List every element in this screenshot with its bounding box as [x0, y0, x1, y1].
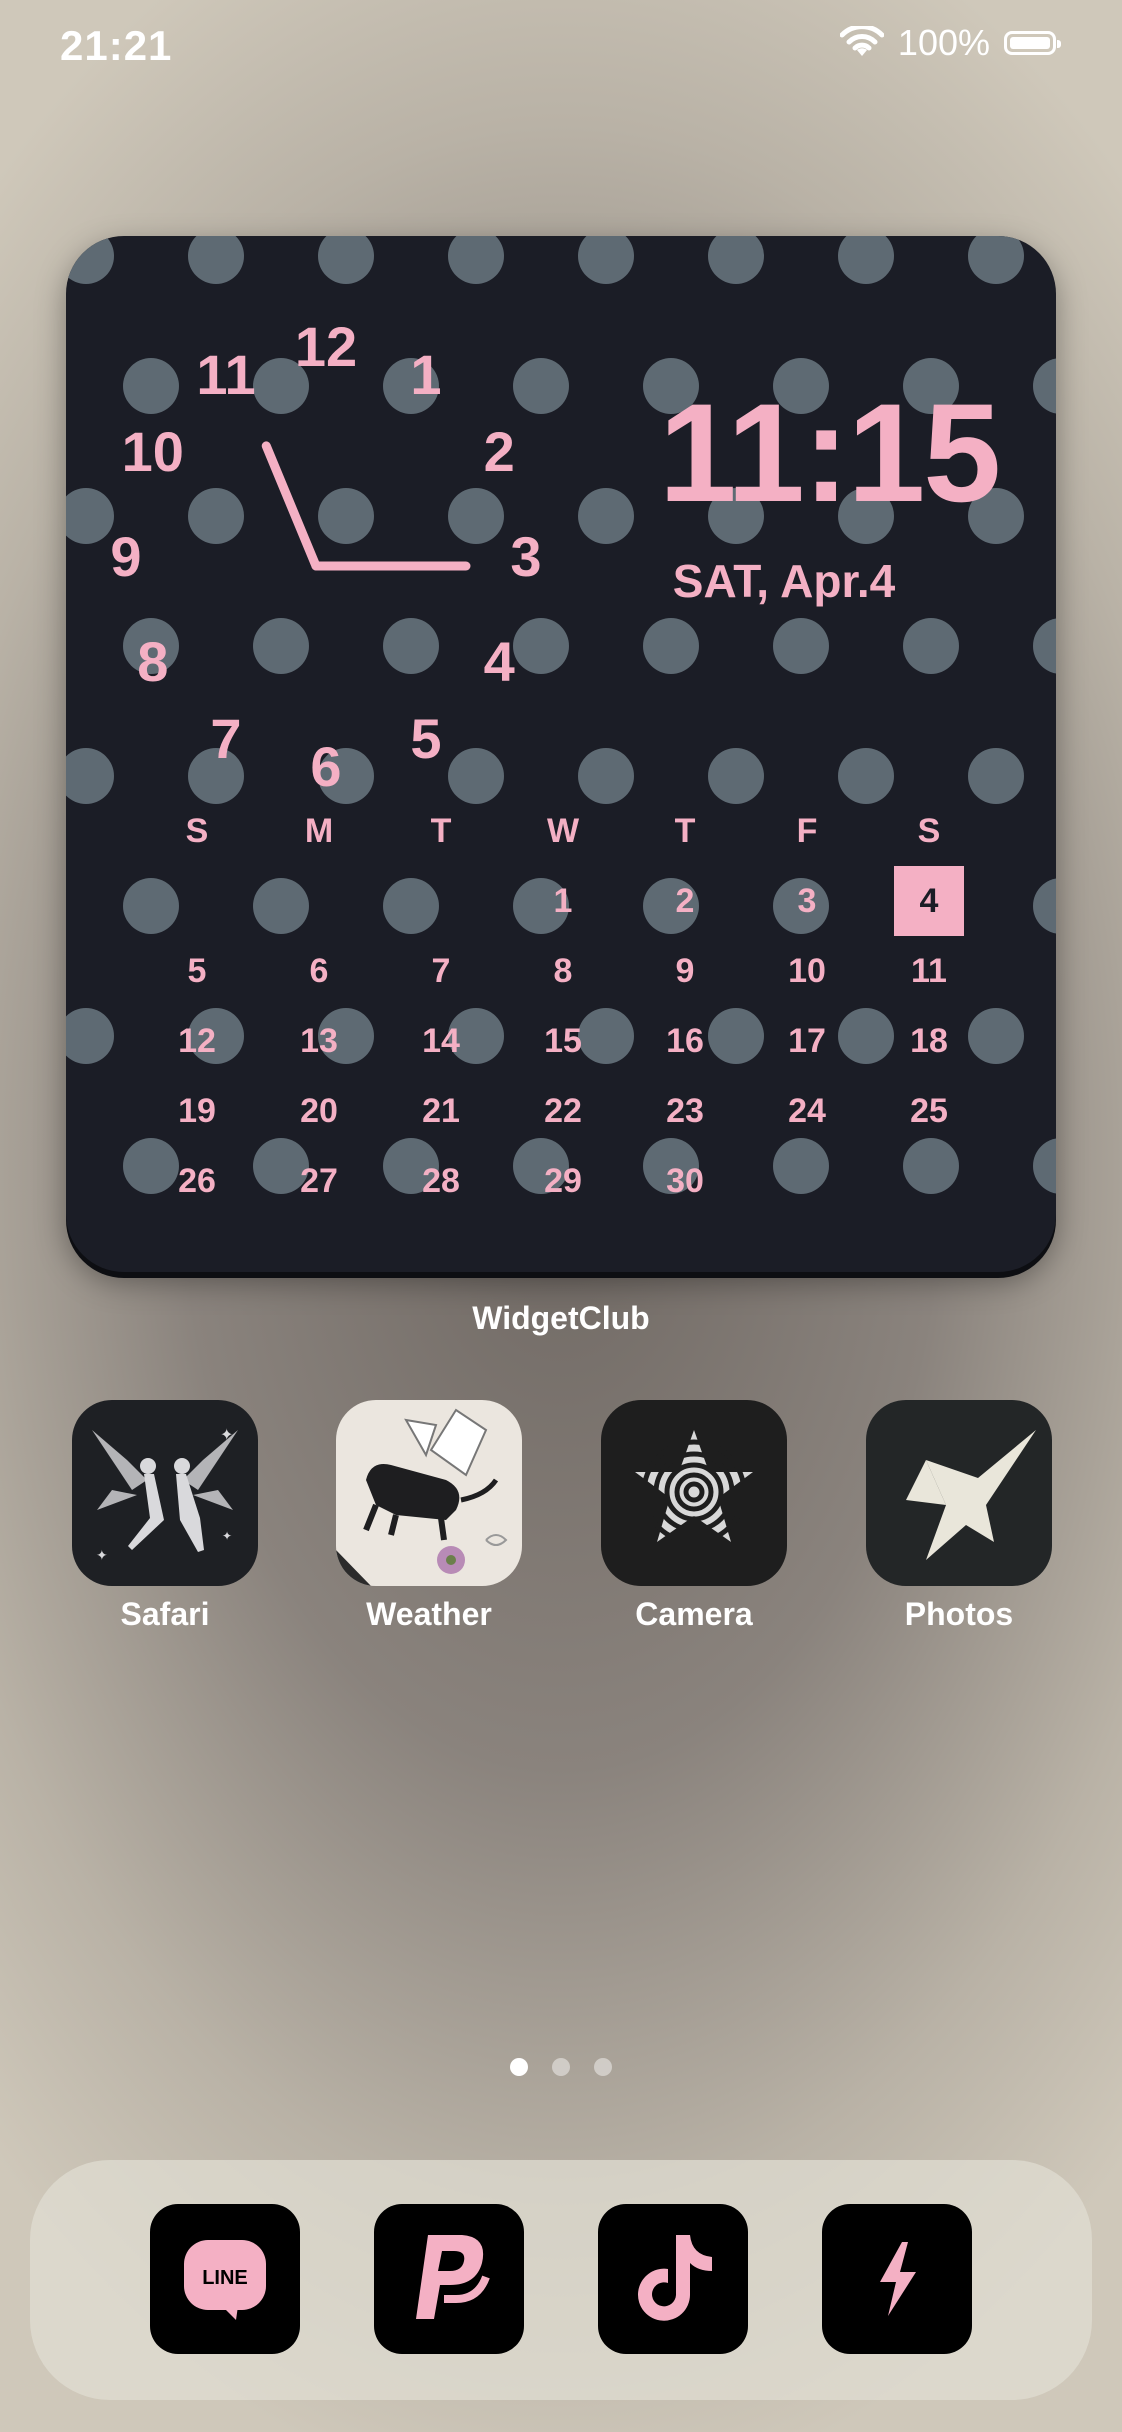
calendar-day: 1 [553, 881, 573, 920]
page-dot[interactable] [510, 2058, 528, 2076]
svg-text:✦: ✦ [96, 1547, 108, 1563]
dial-number: 8 [137, 630, 168, 693]
lightning-star-icon [866, 1400, 1052, 1586]
calendar-day: 28 [422, 1161, 460, 1200]
calendar-week: 19 20 21 22 23 24 25 [136, 1076, 1006, 1146]
battery-icon [1004, 31, 1061, 55]
page-dot[interactable] [552, 2058, 570, 2076]
dial-number: 5 [410, 707, 441, 770]
bolt-icon [880, 2242, 916, 2316]
calendar-day: 8 [553, 951, 573, 990]
calendar-day: 13 [300, 1021, 338, 1060]
dial-number: 9 [110, 525, 141, 588]
line-app[interactable]: LINE [150, 2204, 300, 2354]
calendar-day: 21 [422, 1091, 460, 1130]
calendar-day: 7 [431, 951, 451, 990]
calendar: SMTWTFS 1 2 3 4 5 6 7 8 9 10 11 12 13 14 15 16 17 18 19 20 2… [136, 796, 1006, 1216]
svg-text:LINE: LINE [202, 2267, 248, 2289]
dial-number: 10 [122, 420, 184, 483]
calendar-day: 10 [788, 951, 826, 990]
calendar-day: 26 [178, 1161, 216, 1200]
weekday-label: F [796, 811, 818, 850]
calendar-day: 2 [675, 881, 695, 920]
calendar-day: 20 [300, 1091, 338, 1130]
calendar-day: 18 [910, 1021, 948, 1060]
calendar-day: 19 [178, 1091, 216, 1130]
battery-percent: 100% [897, 22, 990, 63]
dial-number: 7 [210, 707, 241, 770]
weekday-label: T [674, 811, 696, 850]
app-label: Safari [120, 1596, 210, 1632]
calendar-day: 16 [666, 1021, 704, 1060]
calendar-day: 22 [544, 1091, 582, 1130]
weekday-label: M [304, 811, 334, 850]
wifi-icon [839, 26, 884, 56]
spiral-star-icon [601, 1400, 787, 1586]
calendar-day: 3 [797, 881, 817, 920]
app-label: Photos [904, 1596, 1014, 1632]
app-label: Camera [635, 1596, 753, 1632]
calendar-week: 5 6 7 8 9 10 11 [136, 936, 1006, 1006]
app-safari[interactable]: ✦ ✦ ✦ Safari [72, 1400, 258, 1633]
dial-number: 2 [484, 420, 515, 483]
paypal-app[interactable] [374, 2204, 524, 2354]
calendar-day: 5 [187, 951, 207, 990]
tiktok-icon [638, 2235, 712, 2321]
dock: LINE [30, 2160, 1092, 2400]
calendar-day: 11 [911, 951, 947, 990]
bolt-app[interactable] [822, 2204, 972, 2354]
dial-number: 12 [295, 315, 357, 378]
widget-label: WidgetClub [472, 1300, 650, 1336]
tiktok-app[interactable] [598, 2204, 748, 2354]
calendar-weekdays: SMTWTFS [136, 796, 1006, 866]
calendar-day: 23 [666, 1091, 704, 1130]
status-bar: 21:21 100% [0, 0, 1122, 100]
app-weather[interactable]: Weather [336, 1400, 522, 1633]
calendar-day: 27 [300, 1161, 338, 1200]
battery-fill [1010, 37, 1050, 49]
dial-number: 1 [410, 343, 441, 406]
page-dot[interactable] [594, 2058, 612, 2076]
app-camera[interactable]: Camera [601, 1400, 787, 1633]
app-grid: ✦ ✦ ✦ Safari Weather Camera Photos [0, 1400, 1122, 1640]
calendar-day: 24 [788, 1091, 826, 1130]
widgetclub-widget[interactable]: 12 1 2 3 4 5 6 7 8 9 10 11 11:15 SAT, Apr.4 SMTWTFS… [66, 236, 1056, 1272]
weekday-label: S [917, 811, 941, 850]
dial-number: 3 [510, 525, 541, 588]
status-time: 21:21 [60, 22, 173, 69]
date-label: SAT, Apr.4 [672, 555, 896, 607]
app-label: Weather [366, 1596, 492, 1632]
svg-text:✦: ✦ [222, 1529, 232, 1543]
dial-number: 6 [310, 735, 341, 798]
cat-fairy-icon [336, 1400, 522, 1586]
page-indicator[interactable] [0, 2058, 1122, 2076]
dial-number: 11 [196, 343, 255, 406]
calendar-day: 14 [422, 1021, 460, 1060]
svg-text:✦: ✦ [220, 1427, 233, 1444]
weekday-label: S [185, 811, 209, 850]
paypal-icon [416, 2235, 490, 2319]
calendar-week: 12 13 14 15 16 17 18 [136, 1006, 1006, 1076]
calendar-day: 25 [910, 1091, 948, 1130]
calendar-day: 30 [666, 1161, 704, 1200]
dial-number: 4 [484, 630, 515, 693]
calendar-day-today: 4 [868, 866, 990, 936]
weekday-label: T [430, 811, 452, 850]
calendar-day: 29 [544, 1161, 582, 1200]
calendar-week: 26 27 28 29 30 [136, 1146, 1006, 1216]
fairies-icon: ✦ ✦ ✦ [72, 1400, 258, 1586]
hour-hand [261, 441, 321, 571]
calendar-day: 15 [544, 1021, 582, 1060]
line-icon: LINE [184, 2240, 266, 2320]
calendar-week: 1 2 3 4 [136, 866, 1006, 936]
calendar-day: 9 [675, 951, 695, 990]
calendar-day: 17 [788, 1021, 826, 1060]
calendar-day: 6 [309, 951, 329, 990]
weekday-label: W [546, 811, 580, 850]
app-photos[interactable]: Photos [866, 1400, 1052, 1633]
calendar-day: 12 [178, 1021, 216, 1060]
digital-time: 11:15 [658, 374, 1001, 531]
